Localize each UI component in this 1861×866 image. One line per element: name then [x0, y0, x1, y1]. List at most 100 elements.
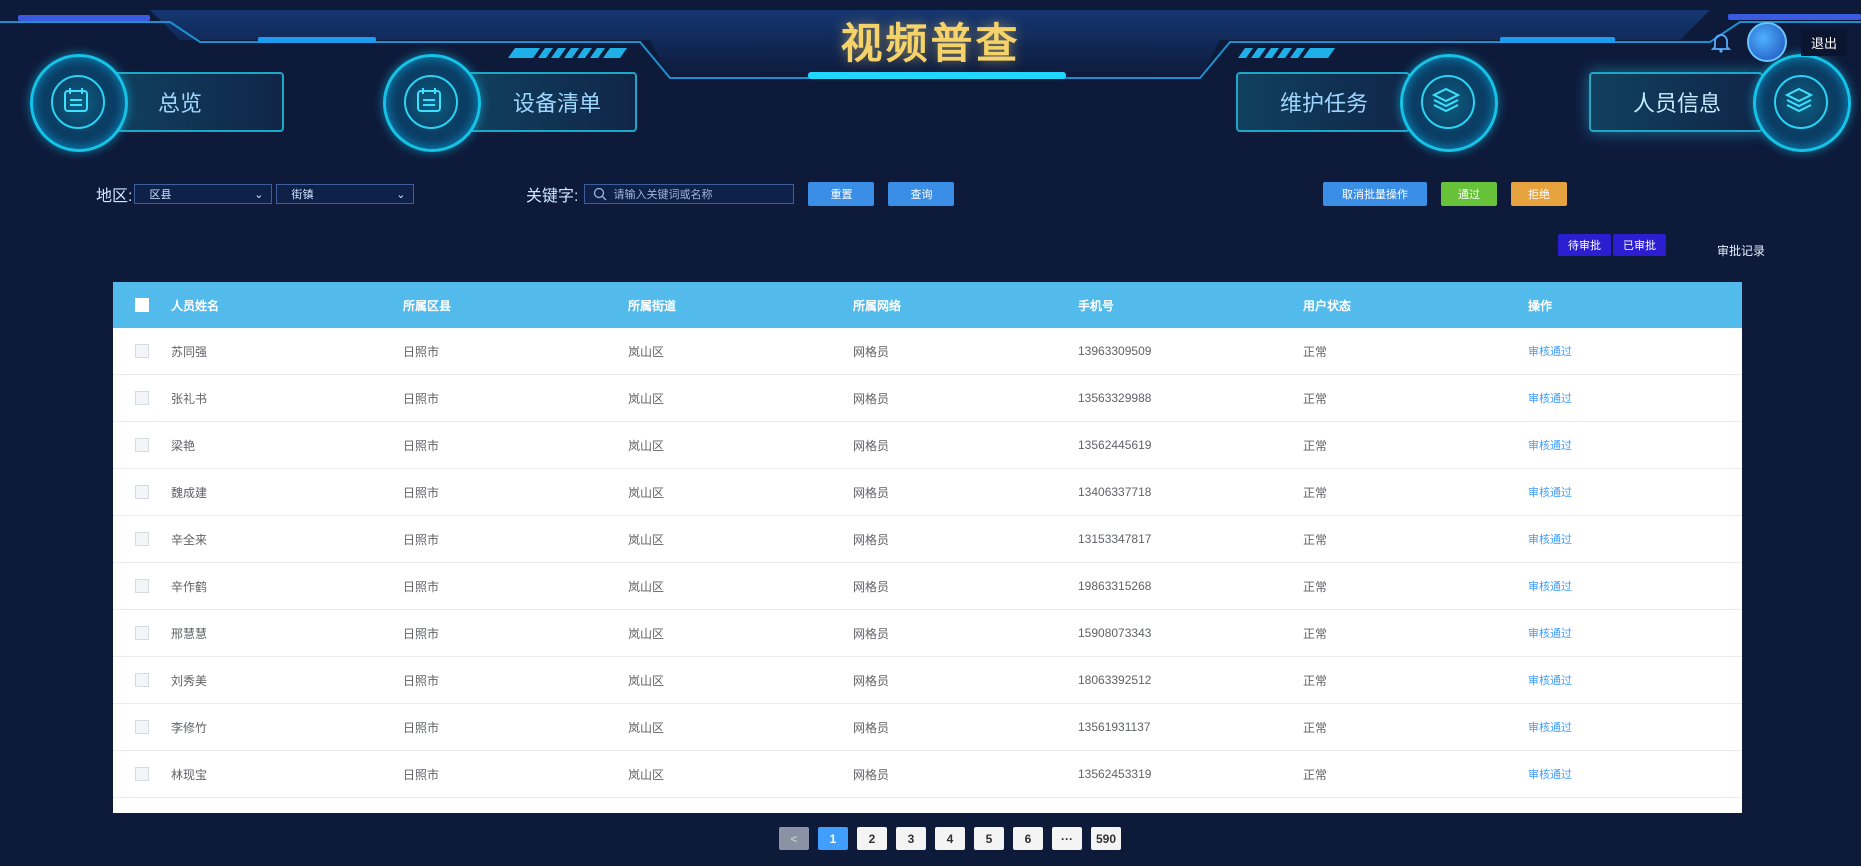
- reset-button[interactable]: 重置: [808, 182, 875, 206]
- user-status-cell: 正常: [1303, 720, 1328, 735]
- keyword-filter: 关键字: 请输入关键词或名称 重置 查询: [526, 182, 955, 206]
- district-select-value: 区县: [149, 189, 172, 201]
- review-action-cell[interactable]: 审核通过: [1528, 531, 1728, 547]
- reject-button[interactable]: 拒绝: [1511, 182, 1567, 206]
- nav-maintenance[interactable]: 维护任务: [1236, 54, 1498, 152]
- network-cell: 网格员: [853, 438, 890, 453]
- person-name-cell: 苏同强: [171, 344, 208, 359]
- page-button[interactable]: 2: [857, 827, 887, 850]
- review-action-cell[interactable]: 审核通过: [1528, 484, 1728, 500]
- district-select[interactable]: 区县 ⌄: [134, 184, 273, 204]
- street-cell: 岚山区: [628, 344, 665, 359]
- layers-icon: [1753, 54, 1851, 152]
- network-cell: 网格员: [853, 673, 890, 688]
- review-action-cell[interactable]: 审核通过: [1528, 766, 1728, 782]
- keyword-input[interactable]: 请输入关键词或名称: [584, 184, 795, 204]
- town-select-value: 街镇: [291, 189, 314, 201]
- last-page-button[interactable]: 590: [1091, 827, 1121, 850]
- phone-cell: 13562453319: [1078, 767, 1152, 781]
- user-status-cell: 正常: [1303, 673, 1328, 688]
- street-cell: 岚山区: [628, 485, 665, 500]
- town-select[interactable]: 街镇 ⌄: [276, 184, 415, 204]
- person-name-cell: 李修竹: [171, 720, 208, 735]
- cancel-batch-button[interactable]: 取消批量操作: [1323, 182, 1427, 206]
- row-checkbox[interactable]: [135, 485, 149, 499]
- person-name-cell: 邢慧慧: [171, 626, 208, 641]
- person-name-cell: 魏成建: [171, 485, 208, 500]
- logout-button[interactable]: 退出: [1800, 28, 1847, 56]
- review-action-cell[interactable]: 审核通过: [1528, 625, 1728, 641]
- user-status-cell: 正常: [1303, 767, 1328, 782]
- approval-tabs: 待审批 已审批: [1558, 234, 1666, 256]
- prev-page-button[interactable]: <: [779, 827, 809, 850]
- row-checkbox[interactable]: [135, 673, 149, 687]
- page-button[interactable]: 5: [974, 827, 1004, 850]
- table-row: 林现宝 日照市 岚山区 网格员 13562453319 正常 审核通过: [113, 751, 1742, 798]
- review-action-cell[interactable]: 审核通过: [1528, 672, 1728, 688]
- tab-approved[interactable]: 已审批: [1613, 234, 1666, 256]
- district-cell: 日照市: [403, 579, 440, 594]
- phone-cell: 19863315268: [1078, 579, 1152, 593]
- review-action-cell[interactable]: 审核通过: [1528, 343, 1728, 359]
- row-checkbox[interactable]: [135, 579, 149, 593]
- network-cell: 网格员: [853, 532, 890, 547]
- page-button[interactable]: 3: [896, 827, 926, 850]
- layers-icon: [1400, 54, 1498, 152]
- more-pages-button[interactable]: ···: [1052, 827, 1082, 850]
- nav-device-list[interactable]: 设备清单: [383, 54, 637, 152]
- review-action-cell[interactable]: 审核通过: [1528, 578, 1728, 594]
- column-header: 手机号: [1078, 298, 1115, 313]
- review-action-cell[interactable]: 审核通过: [1528, 390, 1728, 406]
- table-body: 苏同强 日照市 岚山区 网格员 13963309509 正常 审核通过 张礼书 日照市 岚山区 网格…: [113, 328, 1742, 798]
- tab-pending[interactable]: 待审批: [1558, 234, 1611, 256]
- select-all-checkbox[interactable]: [135, 298, 149, 312]
- table-row: 李修竹 日照市 岚山区 网格员 13561931137 正常 审核通过: [113, 704, 1742, 751]
- calendar-icon: [30, 54, 128, 152]
- network-cell: 网格员: [853, 344, 890, 359]
- row-checkbox[interactable]: [135, 626, 149, 640]
- district-cell: 日照市: [403, 720, 440, 735]
- person-name-cell: 梁艳: [171, 438, 196, 453]
- query-button[interactable]: 查询: [888, 182, 955, 206]
- street-cell: 岚山区: [628, 579, 665, 594]
- table-row: 魏成建 日照市 岚山区 网格员 13406337718 正常 审核通过: [113, 469, 1742, 516]
- avatar[interactable]: [1746, 22, 1787, 62]
- street-cell: 岚山区: [628, 626, 665, 641]
- street-cell: 岚山区: [628, 673, 665, 688]
- bell-icon[interactable]: [1709, 30, 1733, 54]
- nav-device-list-label: 设备清单: [513, 92, 602, 117]
- street-cell: 岚山区: [628, 438, 665, 453]
- user-area: 退出: [1709, 22, 1847, 62]
- district-cell: 日照市: [403, 673, 440, 688]
- column-header: 操作: [1528, 298, 1553, 313]
- row-checkbox[interactable]: [135, 391, 149, 405]
- phone-cell: 13562445619: [1078, 438, 1152, 452]
- nav-maintenance-label: 维护任务: [1280, 92, 1369, 117]
- street-cell: 岚山区: [628, 532, 665, 547]
- row-checkbox[interactable]: [135, 767, 149, 781]
- review-action-cell[interactable]: 审核通过: [1528, 719, 1728, 735]
- row-checkbox[interactable]: [135, 720, 149, 734]
- calendar-icon: [383, 54, 481, 152]
- pagination: < 1 2 3 4 5 6 ··· 590: [779, 827, 1121, 850]
- user-status-cell: 正常: [1303, 485, 1328, 500]
- person-name-cell: 辛作鹤: [171, 579, 208, 594]
- row-checkbox[interactable]: [135, 438, 149, 452]
- table-row: 张礼书 日照市 岚山区 网格员 13563329988 正常 审核通过: [113, 375, 1742, 422]
- pass-button[interactable]: 通过: [1441, 182, 1497, 206]
- district-cell: 日照市: [403, 767, 440, 782]
- page-button[interactable]: 1: [818, 827, 848, 850]
- nav-personnel[interactable]: 人员信息: [1589, 54, 1851, 152]
- nav-overview[interactable]: 总览: [30, 54, 284, 152]
- page-button[interactable]: 4: [935, 827, 965, 850]
- column-header: 所属区县: [403, 298, 452, 313]
- table-row: 辛全来 日照市 岚山区 网格员 13153347817 正常 审核通过: [113, 516, 1742, 563]
- user-status-cell: 正常: [1303, 438, 1328, 453]
- row-checkbox[interactable]: [135, 344, 149, 358]
- network-cell: 网格员: [853, 485, 890, 500]
- approval-records-link[interactable]: 审批记录: [1717, 242, 1765, 259]
- street-cell: 岚山区: [628, 767, 665, 782]
- review-action-cell[interactable]: 审核通过: [1528, 437, 1728, 453]
- page-button[interactable]: 6: [1013, 827, 1043, 850]
- row-checkbox[interactable]: [135, 532, 149, 546]
